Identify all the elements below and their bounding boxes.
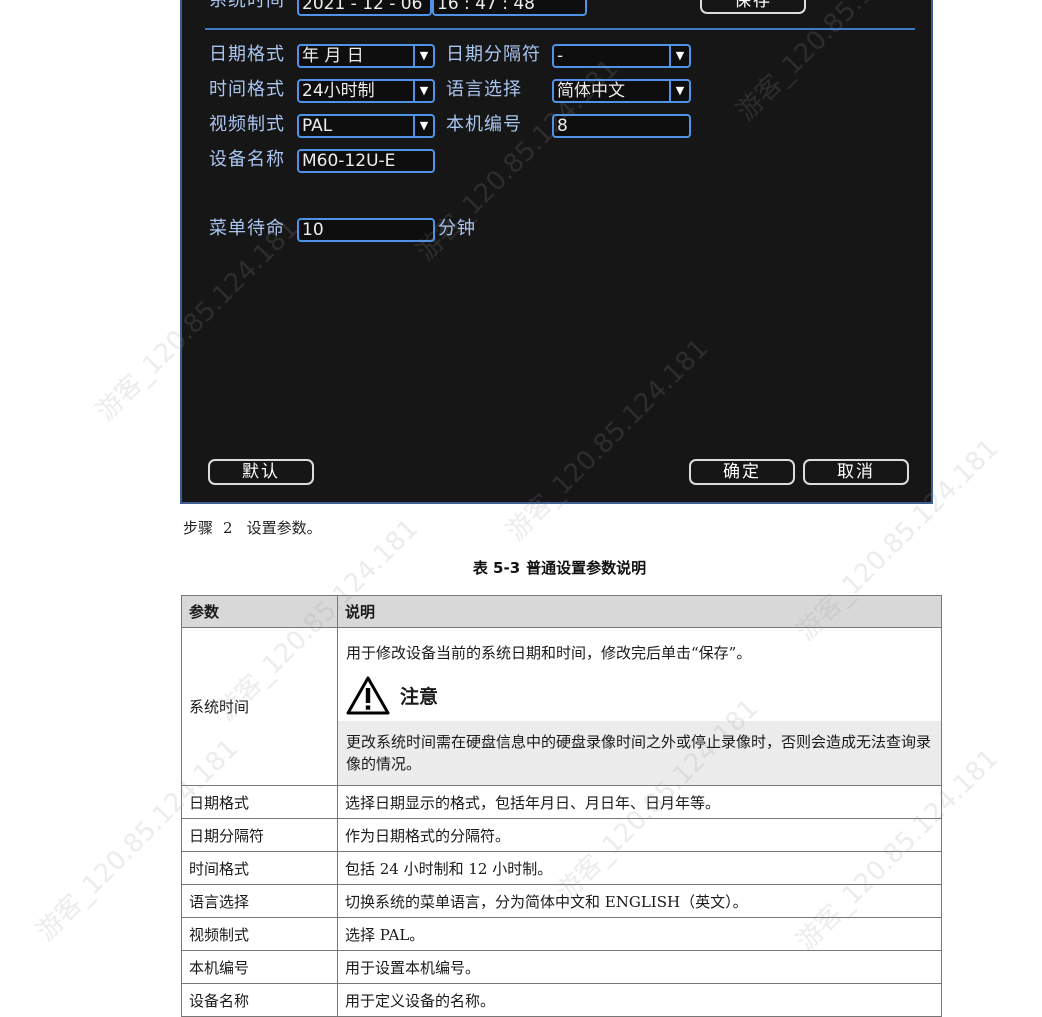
param-desc: 作为日期格式的分隔符。 [337,818,942,852]
warning-icon [346,676,390,715]
dvr-settings-screen: 系统时间 2021 - 12 - 06 16 : 47 : 48 保存 日期格式… [180,0,933,504]
table-row: 日期格式 选择日期显示的格式，包括年月日、月日年、日月年等。 [181,785,942,819]
device-name-input[interactable]: M60-12U-E [297,149,435,173]
param-desc: 用于修改设备当前的系统日期和时间，修改完后单击“保存”。 注意 更改系统时间需在… [337,627,942,786]
date-separator-value: - [557,46,564,66]
param-desc: 选择日期显示的格式，包括年月日、月日年、日月年等。 [337,785,942,819]
language-value: 简体中文 [557,81,625,101]
table-caption: 表 5-3 普通设置参数说明 [0,557,1042,578]
step-text: 设置参数。 [246,519,322,537]
step-line: 步骤 2 设置参数。 [183,517,322,538]
system-time-value: 16 : 47 : 48 [437,0,535,14]
note-title: 注意 [400,685,439,708]
param-name: 日期格式 [181,785,338,819]
param-desc: 用于设置本机编号。 [337,950,942,984]
language-label: 语言选择 [446,79,522,100]
system-date-field[interactable]: 2021 - 12 - 06 [297,0,432,16]
param-name: 时间格式 [181,851,338,885]
device-name-value: M60-12U-E [302,151,396,171]
step-number: 2 [223,519,233,537]
param-name: 视频制式 [181,917,338,951]
table-row: 时间格式 包括 24 小时制和 12 小时制。 [181,851,942,885]
table-header-row: 参数 说明 [181,595,942,628]
time-format-value: 24小时制 [302,81,375,101]
dropdown-arrow-icon[interactable]: ▼ [413,116,433,136]
param-name: 日期分隔符 [181,818,338,852]
language-select[interactable]: 简体中文 ▼ [552,79,691,103]
device-number-label: 本机编号 [446,114,522,135]
note-heading: 注意 [338,663,941,721]
system-time-label: 系统时间 [209,0,285,11]
date-format-label: 日期格式 [209,44,285,65]
table-row: 语言选择 切换系统的菜单语言，分为简体中文和 ENGLISH（英文）。 [181,884,942,918]
param-name: 本机编号 [181,950,338,984]
header-param: 参数 [181,595,338,628]
dropdown-arrow-icon[interactable]: ▼ [669,46,689,66]
table-row: 设备名称 用于定义设备的名称。 [181,983,942,1017]
system-time-desc: 用于修改设备当前的系统日期和时间，修改完后单击“保存”。 [346,644,752,662]
menu-standby-input[interactable]: 10 [297,218,435,242]
default-button[interactable]: 默认 [208,459,314,485]
note-text: 更改系统时间需在硬盘信息中的硬盘录像时间之外或停止录像时，否则会造成无法查询录像… [338,721,941,785]
menu-standby-value: 10 [302,220,324,240]
ok-button[interactable]: 确定 [689,459,795,485]
menu-standby-label: 菜单待命 [209,218,285,239]
dropdown-arrow-icon[interactable]: ▼ [669,81,689,101]
step-prefix: 步骤 [183,519,214,537]
param-desc: 选择 PAL。 [337,917,942,951]
parameter-table: 参数 说明 系统时间 用于修改设备当前的系统日期和时间，修改完后单击“保存”。 … [181,595,942,1017]
video-standard-value: PAL [302,116,333,136]
video-standard-select[interactable]: PAL ▼ [297,114,435,138]
param-name: 语言选择 [181,884,338,918]
table-number: 表 5-3 [472,559,521,577]
param-desc: 包括 24 小时制和 12 小时制。 [337,851,942,885]
date-separator-label: 日期分隔符 [446,44,541,65]
table-row: 本机编号 用于设置本机编号。 [181,950,942,984]
video-standard-label: 视频制式 [209,114,285,135]
time-format-select[interactable]: 24小时制 ▼ [297,79,435,103]
param-desc: 切换系统的菜单语言，分为简体中文和 ENGLISH（英文）。 [337,884,942,918]
date-separator-select[interactable]: - ▼ [552,44,691,68]
table-title: 普通设置参数说明 [526,559,647,577]
dropdown-arrow-icon[interactable]: ▼ [413,81,433,101]
date-format-select[interactable]: 年 月 日 ▼ [297,44,435,68]
cancel-button[interactable]: 取消 [803,459,909,485]
device-name-label: 设备名称 [209,149,285,170]
device-number-input[interactable]: 8 [552,114,691,138]
param-name: 系统时间 [181,627,338,786]
device-number-value: 8 [557,116,568,136]
table-row: 系统时间 用于修改设备当前的系统日期和时间，修改完后单击“保存”。 注意 更改系… [181,627,942,786]
date-format-value: 年 月 日 [302,46,364,66]
table-row: 日期分隔符 作为日期格式的分隔符。 [181,818,942,852]
save-button[interactable]: 保存 [700,0,806,14]
param-name: 设备名称 [181,983,338,1017]
system-time-field[interactable]: 16 : 47 : 48 [432,0,587,16]
divider [205,28,915,30]
param-desc: 用于定义设备的名称。 [337,983,942,1017]
header-desc: 说明 [337,595,942,628]
table-row: 视频制式 选择 PAL。 [181,917,942,951]
time-format-label: 时间格式 [209,79,285,100]
menu-standby-unit: 分钟 [438,218,476,239]
dropdown-arrow-icon[interactable]: ▼ [413,46,433,66]
system-date-value: 2021 - 12 - 06 [302,0,423,14]
